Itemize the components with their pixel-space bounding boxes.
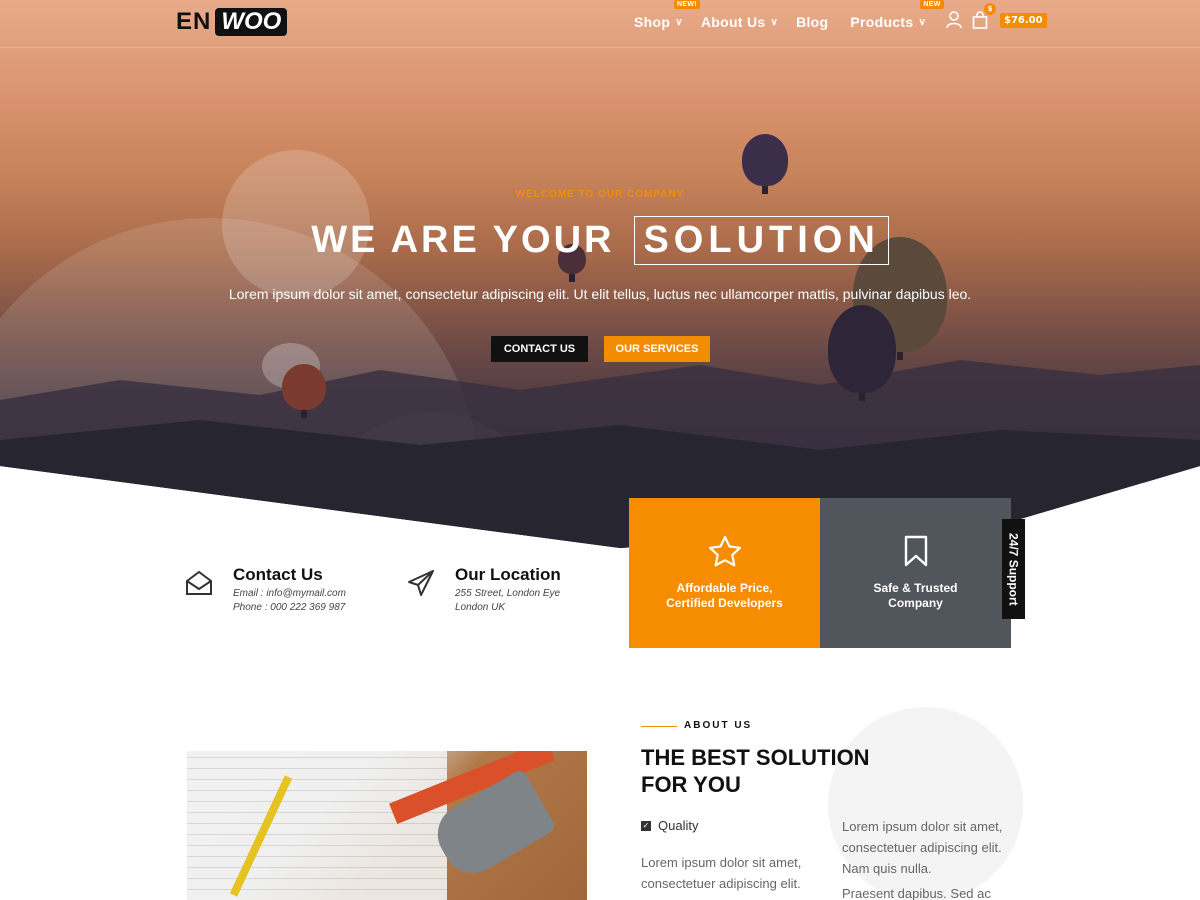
feature-label: Certified Developers <box>666 596 783 610</box>
feature-affordable: Affordable Price, Certified Developers <box>629 498 820 648</box>
nav-products[interactable]: NEW Products ∨ <box>850 0 944 30</box>
about-title-part: FOR YOU <box>641 772 741 797</box>
nav-label: Products <box>850 14 914 30</box>
nav-blog[interactable]: Blog <box>796 14 828 30</box>
feature-label: Affordable Price, <box>676 581 773 595</box>
feature-label: Company <box>888 596 943 610</box>
nav-label: About Us <box>700 14 766 30</box>
location-info: Our Location 255 Street, London Eye Lond… <box>407 565 561 613</box>
location-title: Our Location <box>455 565 561 584</box>
envelope-open-icon <box>186 570 212 595</box>
about-title-part: THE BEST <box>641 745 756 770</box>
para-line: Nam quis nulla. <box>842 861 932 876</box>
about-eyebrow: ABOUT US <box>684 720 753 731</box>
balloon-image <box>282 364 326 418</box>
about-paragraph-left: Lorem ipsum dolor sit amet, consectetuer… <box>641 852 801 894</box>
about-title: THE BEST SOLUTION FOR YOU <box>641 744 870 798</box>
site-logo[interactable]: EN WOO <box>176 8 288 36</box>
new-tag: NEW <box>920 0 944 9</box>
contact-phone: Phone : 000 222 369 987 <box>233 602 346 613</box>
blueprint-image <box>187 751 447 900</box>
para-line: consectetuer adipiscing elit. <box>842 840 1002 855</box>
contact-title: Contact Us <box>233 565 323 584</box>
feature-trusted: Safe & Trusted Company <box>820 498 1011 648</box>
about-title-strong: SOLUTION <box>755 745 870 770</box>
nav-label: Shop <box>634 14 671 30</box>
user-icon[interactable] <box>946 11 962 29</box>
new-tag: NEW! <box>674 0 700 9</box>
chevron-down-icon: ∨ <box>918 16 927 28</box>
balloon-image <box>742 134 788 194</box>
contact-us-button[interactable]: CONTACT US <box>491 336 588 362</box>
about-paragraph-right: Lorem ipsum dolor sit amet, consectetuer… <box>842 816 1002 900</box>
quality-item: ✓ Quality <box>641 818 698 833</box>
bookmark-icon <box>904 535 927 567</box>
nav-about-us[interactable]: About Us ∨ <box>701 14 778 30</box>
headline-highlight: SOLUTION <box>634 216 889 265</box>
nav-shop[interactable]: NEW! Shop ∨ <box>634 0 700 30</box>
location-line: London UK <box>455 602 506 613</box>
feature-label: Safe & Trusted <box>873 581 958 595</box>
main-nav: NEW! Shop ∨ About Us ∨ Blog NEW Products… <box>634 0 944 30</box>
para-line: Lorem ipsum dolor sit amet, <box>842 819 1003 834</box>
section-divider <box>641 726 677 727</box>
chevron-down-icon: ∨ <box>770 16 779 28</box>
para-line: consectetuer adipiscing elit. <box>641 876 801 891</box>
tools-image <box>187 751 587 900</box>
para-line: Praesent dapibus. Sed ac <box>842 886 991 900</box>
support-tab[interactable]: 24/7 Support <box>1002 519 1025 619</box>
quality-label: Quality <box>658 818 699 833</box>
contact-email: Email : info@mymail.com <box>233 588 346 599</box>
balloon-image <box>828 305 896 401</box>
star-icon <box>708 535 741 567</box>
hero-subtitle: Lorem ipsum dolor sit amet, consectetur … <box>228 286 972 302</box>
para-line: Lorem ipsum dolor sit amet, <box>641 855 802 870</box>
hero-headline: WE ARE YOUR SOLUTION <box>0 216 1200 265</box>
checkbox-icon: ✓ <box>641 820 651 831</box>
cart-total[interactable]: $76.00 <box>1000 13 1047 28</box>
hero-banner <box>0 0 1200 548</box>
logo-text: EN <box>176 8 212 35</box>
chevron-down-icon: ∨ <box>675 16 683 28</box>
hero-eyebrow: WELCOME TO OUR COMPANY <box>515 189 685 200</box>
nav-label: Blog <box>796 14 829 30</box>
logo-badge: WOO <box>215 8 288 36</box>
contact-info: Contact Us Email : info@mymail.com Phone… <box>185 565 346 613</box>
cart-count-badge: $ <box>984 3 996 15</box>
paper-plane-icon <box>408 570 434 596</box>
our-services-button[interactable]: OUR SERVICES <box>604 336 710 362</box>
site-header: EN WOO NEW! Shop ∨ About Us ∨ Blog NEW P… <box>0 0 1200 48</box>
headline-text: WE ARE YOUR <box>311 219 615 261</box>
location-line: 255 Street, London Eye <box>455 588 561 599</box>
